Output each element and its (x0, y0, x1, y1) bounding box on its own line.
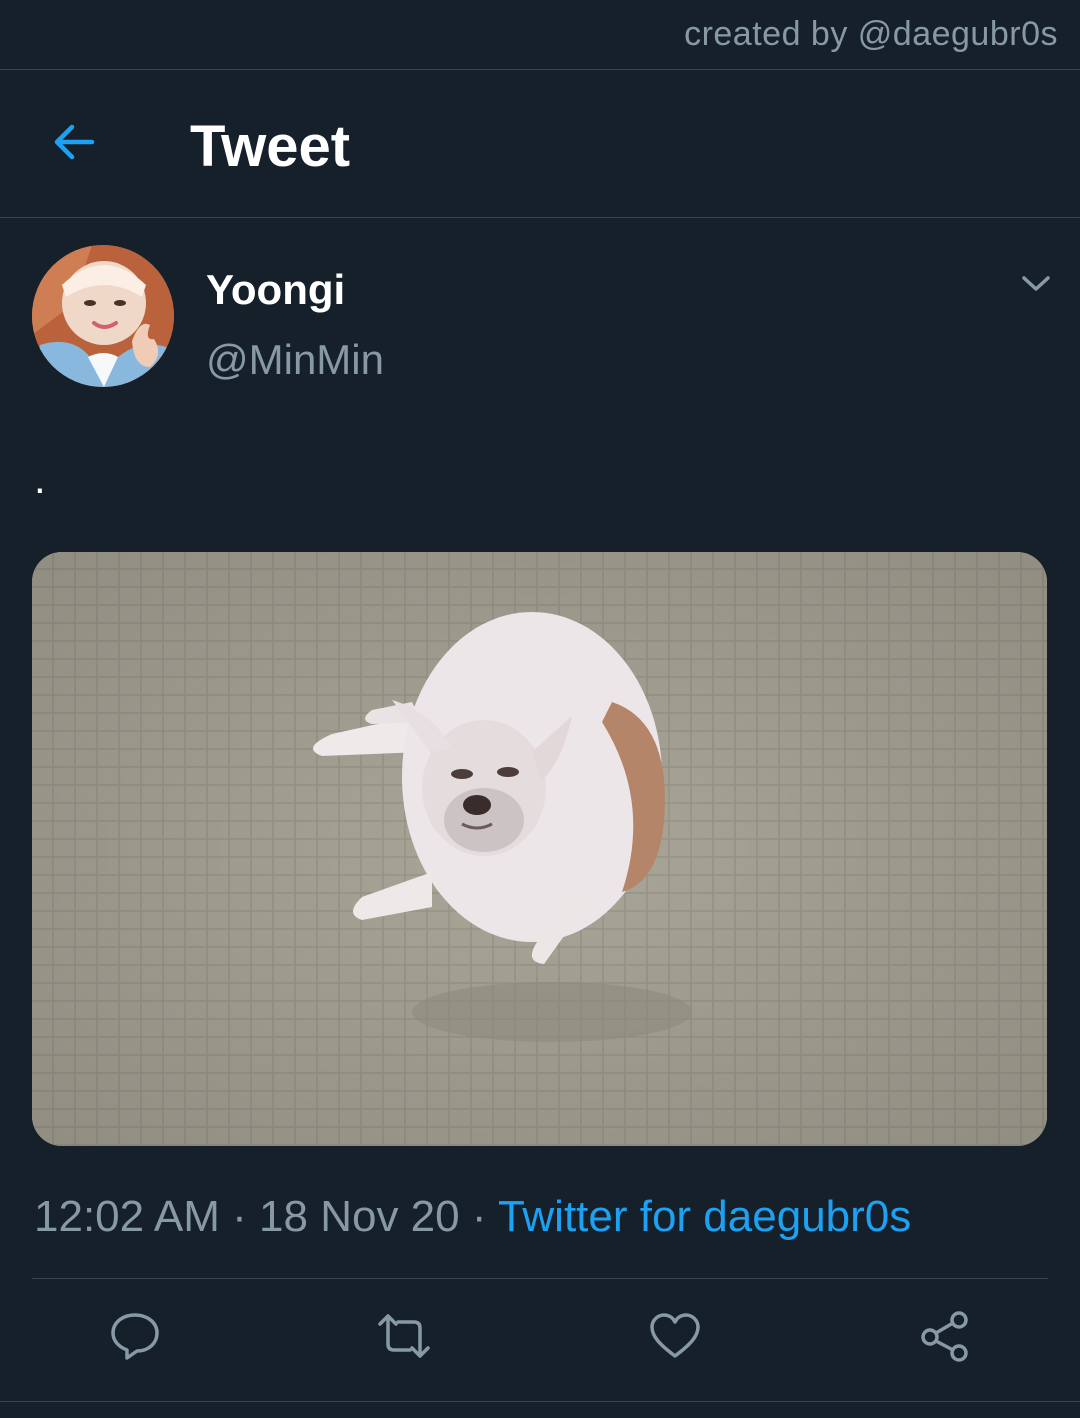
reply-icon (109, 1310, 161, 1367)
user-handle[interactable]: @MinMin (206, 336, 384, 384)
arrow-left-icon (50, 118, 98, 171)
like-button[interactable] (643, 1306, 707, 1370)
tweet-menu-button[interactable] (1012, 262, 1060, 310)
page-title: Tweet (190, 114, 351, 179)
tweet-meta: 12:02 AM · 18 Nov 20 · Twitter for daegu… (34, 1192, 911, 1242)
tweet-text: . (34, 455, 46, 502)
share-button[interactable] (913, 1306, 977, 1370)
like-icon (649, 1312, 701, 1365)
display-name[interactable]: Yoongi (206, 266, 345, 314)
meta-separator: · (232, 1192, 247, 1241)
share-icon (919, 1310, 971, 1367)
tweet-actions (0, 1306, 1080, 1370)
tweet-date: 18 Nov 20 (259, 1192, 460, 1241)
top-app-bar: Tweet (0, 70, 1080, 218)
tweet-photo[interactable] (32, 552, 1047, 1146)
avatar[interactable] (32, 245, 174, 387)
divider (0, 1401, 1080, 1402)
watermark-bar: created by @daegubr0s (0, 0, 1080, 70)
divider (32, 1278, 1048, 1279)
retweet-button[interactable] (372, 1306, 436, 1370)
tweet-time: 12:02 AM (34, 1192, 220, 1241)
reply-button[interactable] (103, 1306, 167, 1370)
back-button[interactable] (40, 110, 108, 178)
retweet-icon (374, 1310, 434, 1367)
chevron-down-icon (1021, 274, 1051, 299)
tweet-source-link[interactable]: Twitter for daegubr0s (498, 1192, 911, 1241)
watermark-text: created by @daegubr0s (684, 15, 1058, 53)
meta-separator: · (471, 1192, 487, 1241)
